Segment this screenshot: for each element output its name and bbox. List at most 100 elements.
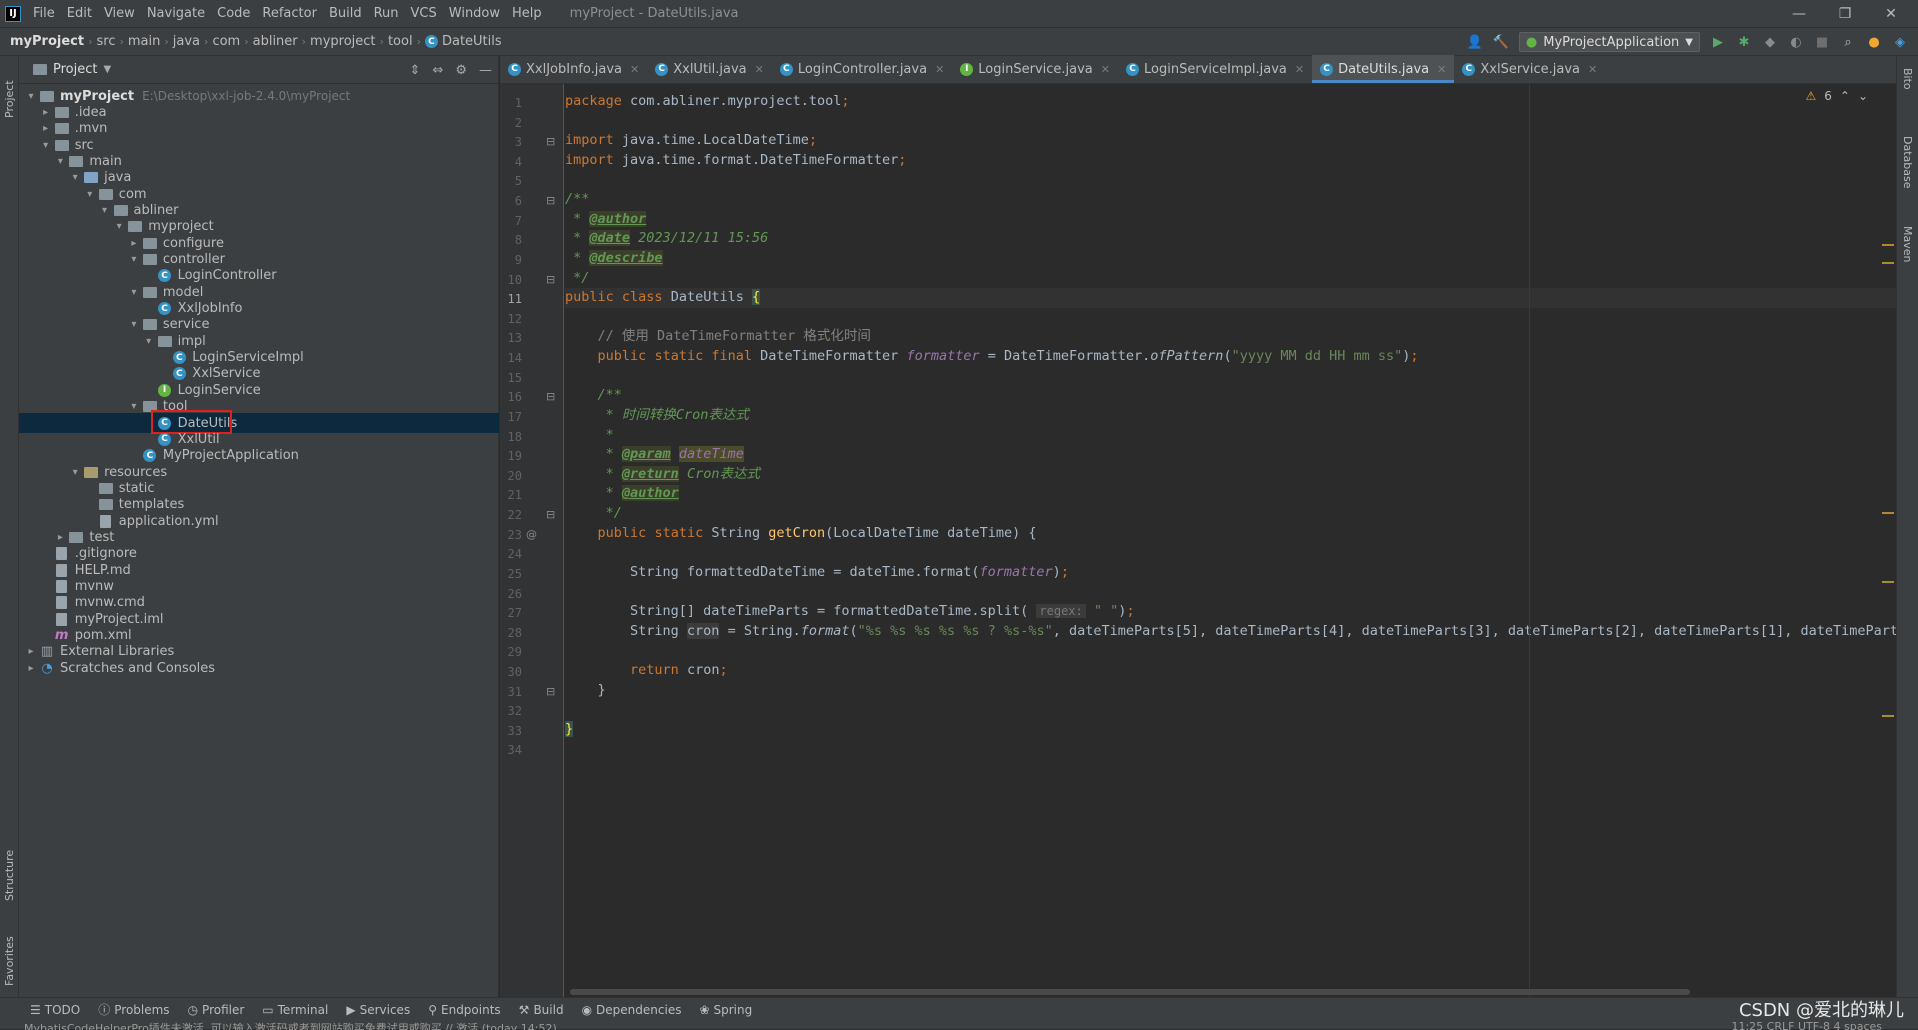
- menu-item-window[interactable]: Window: [443, 6, 506, 21]
- project-panel-title[interactable]: Project: [53, 62, 97, 77]
- error-stripe-mark[interactable]: [1882, 244, 1894, 246]
- close-tab-icon[interactable]: ✕: [1588, 63, 1597, 76]
- profile-icon[interactable]: ◐: [1788, 34, 1804, 50]
- close-tab-icon[interactable]: ✕: [1101, 63, 1110, 76]
- expanded-arrow-icon[interactable]: ▾: [38, 140, 54, 151]
- tool-window-endpoints[interactable]: ⚲ Endpoints: [428, 1001, 500, 1018]
- tool-window-spring[interactable]: ❀ Spring: [699, 1001, 752, 1018]
- tool-window-problems[interactable]: ⓘ Problems: [98, 1001, 169, 1018]
- minimize-icon[interactable]: —: [1776, 0, 1822, 27]
- code-line[interactable]: /**: [565, 190, 589, 210]
- tab-xxlservice-java[interactable]: C XxlService.java ✕: [1454, 55, 1605, 83]
- code-line[interactable]: * @author: [565, 484, 679, 504]
- collapsed-arrow-icon[interactable]: ▸: [126, 238, 142, 249]
- expanded-arrow-icon[interactable]: ▾: [141, 336, 157, 347]
- collapse-all-icon[interactable]: ⇔: [432, 63, 443, 78]
- error-stripe-mark[interactable]: [1882, 581, 1894, 583]
- code-line[interactable]: String[] dateTimeParts = formattedDateTi…: [565, 602, 1135, 622]
- hide-icon[interactable]: —: [479, 63, 492, 78]
- code-line[interactable]: import java.time.LocalDateTime;: [565, 131, 817, 151]
- menu-item-file[interactable]: File: [27, 6, 61, 21]
- code-line[interactable]: public class DateUtils {: [565, 288, 1896, 308]
- code-line[interactable]: package com.abliner.myproject.tool;: [565, 92, 850, 112]
- fold-marker-icon[interactable]: ⊟: [546, 194, 555, 207]
- search-icon[interactable]: ⌕: [1840, 34, 1856, 50]
- user-icon[interactable]: 👤: [1467, 34, 1483, 50]
- code-line[interactable]: public static String getCron(LocalDateTi…: [565, 524, 1037, 544]
- close-tab-icon[interactable]: ✕: [1437, 63, 1446, 76]
- tool-window-services[interactable]: ▶ Services: [346, 1001, 410, 1018]
- code-line[interactable]: String formattedDateTime = dateTime.form…: [565, 563, 1069, 583]
- expanded-arrow-icon[interactable]: ▾: [126, 319, 142, 330]
- menu-item-run[interactable]: Run: [368, 6, 405, 21]
- tool-window-dependencies[interactable]: ◉ Dependencies: [582, 1001, 682, 1018]
- fold-marker-icon[interactable]: ⊟: [546, 390, 555, 403]
- code-line[interactable]: * @describe: [565, 249, 663, 269]
- code-line[interactable]: return cron;: [565, 661, 728, 681]
- code-line[interactable]: String cron = String.format("%s %s %s %s…: [565, 622, 1896, 642]
- collapsed-arrow-icon[interactable]: ▸: [38, 107, 54, 118]
- code-line[interactable]: */: [565, 269, 589, 289]
- code-line[interactable]: import java.time.format.DateTimeFormatte…: [565, 151, 906, 171]
- code-line[interactable]: * 时间转换Cron表达式: [565, 406, 749, 426]
- tab-xxlutil-java[interactable]: C XxlUtil.java ✕: [647, 55, 772, 83]
- close-tab-icon[interactable]: ✕: [755, 63, 764, 76]
- tool-window-profiler[interactable]: ◷ Profiler: [188, 1001, 245, 1018]
- breadcrumb-item[interactable]: myProject: [6, 34, 88, 49]
- restore-icon[interactable]: ❐: [1822, 0, 1868, 27]
- coverage-icon[interactable]: ◆: [1762, 34, 1778, 50]
- fold-marker-icon[interactable]: ⊟: [546, 685, 555, 698]
- tool-window-todo[interactable]: ☰ TODO: [30, 1001, 80, 1018]
- inspection-widget[interactable]: ⚠ 6 ⌃ ⌄: [1805, 89, 1868, 103]
- expanded-arrow-icon[interactable]: ▾: [126, 401, 142, 412]
- code-line[interactable]: // 使用 DateTimeFormatter 格式化时间: [565, 327, 871, 347]
- favorites-tool-button[interactable]: Favorites: [3, 936, 16, 986]
- project-tool-button[interactable]: Project: [3, 80, 16, 118]
- structure-tool-button[interactable]: Structure: [3, 850, 16, 901]
- build-hammer-icon[interactable]: 🔨: [1493, 34, 1509, 50]
- code-line[interactable]: * @author: [565, 210, 647, 230]
- expanded-arrow-icon[interactable]: ▾: [97, 205, 113, 216]
- expanded-arrow-icon[interactable]: ▾: [23, 91, 39, 102]
- tool-window-build[interactable]: ⚒ Build: [519, 1001, 564, 1018]
- breadcrumb-item[interactable]: myproject: [306, 34, 379, 49]
- tab-xxljobinfo-java[interactable]: C XxlJobInfo.java ✕: [500, 55, 647, 83]
- code-line[interactable]: * @param dateTime: [565, 445, 744, 465]
- tab-dateutils-java[interactable]: C DateUtils.java ✕: [1312, 55, 1455, 83]
- chevron-down-icon[interactable]: ⌄: [1858, 89, 1868, 103]
- run-configuration-select[interactable]: ● MyProjectApplication ▼: [1518, 32, 1700, 52]
- tab-logincontroller-java[interactable]: C LoginController.java ✕: [772, 55, 952, 83]
- close-icon[interactable]: ✕: [1868, 0, 1914, 27]
- expanded-arrow-icon[interactable]: ▾: [111, 221, 127, 232]
- tab-loginservice-java[interactable]: I LoginService.java ✕: [952, 55, 1118, 83]
- chevron-down-icon[interactable]: ▼: [103, 64, 111, 75]
- code-line[interactable]: public static final DateTimeFormatter fo…: [565, 347, 1419, 367]
- code-editor[interactable]: package com.abliner.myproject.tool; impor…: [565, 84, 1896, 997]
- menu-item-build[interactable]: Build: [323, 6, 368, 21]
- breadcrumb-item[interactable]: abliner: [249, 34, 302, 49]
- menu-item-vcs[interactable]: VCS: [405, 6, 443, 21]
- expanded-arrow-icon[interactable]: ▾: [126, 287, 142, 298]
- breadcrumb-item[interactable]: DateUtils: [438, 34, 506, 49]
- gear-icon[interactable]: ⚙: [455, 63, 467, 78]
- tab-loginserviceimpl-java[interactable]: C LoginServiceImpl.java ✕: [1118, 55, 1312, 83]
- chevron-up-icon[interactable]: ⌃: [1840, 89, 1850, 103]
- debug-icon[interactable]: ✱: [1736, 34, 1752, 50]
- expanded-arrow-icon[interactable]: ▾: [67, 172, 83, 183]
- menu-item-view[interactable]: View: [98, 6, 141, 21]
- maven-tool-button[interactable]: Maven: [1901, 226, 1914, 262]
- menu-item-navigate[interactable]: Navigate: [141, 6, 211, 21]
- collapsed-arrow-icon[interactable]: ▸: [23, 646, 39, 657]
- fold-marker-icon[interactable]: ⊟: [546, 273, 555, 286]
- breadcrumb-item[interactable]: tool: [384, 34, 417, 49]
- breadcrumb-item[interactable]: src: [93, 34, 120, 49]
- override-marker-icon[interactable]: @: [526, 528, 537, 541]
- expanded-arrow-icon[interactable]: ▾: [126, 254, 142, 265]
- expanded-arrow-icon[interactable]: ▾: [67, 467, 83, 478]
- code-line[interactable]: }: [565, 720, 574, 740]
- code-line[interactable]: * @date 2023/12/11 15:56: [565, 229, 768, 249]
- error-stripe-mark[interactable]: [1882, 262, 1894, 264]
- stop-icon[interactable]: ■: [1814, 34, 1830, 50]
- menu-item-code[interactable]: Code: [211, 6, 256, 21]
- close-tab-icon[interactable]: ✕: [1295, 63, 1304, 76]
